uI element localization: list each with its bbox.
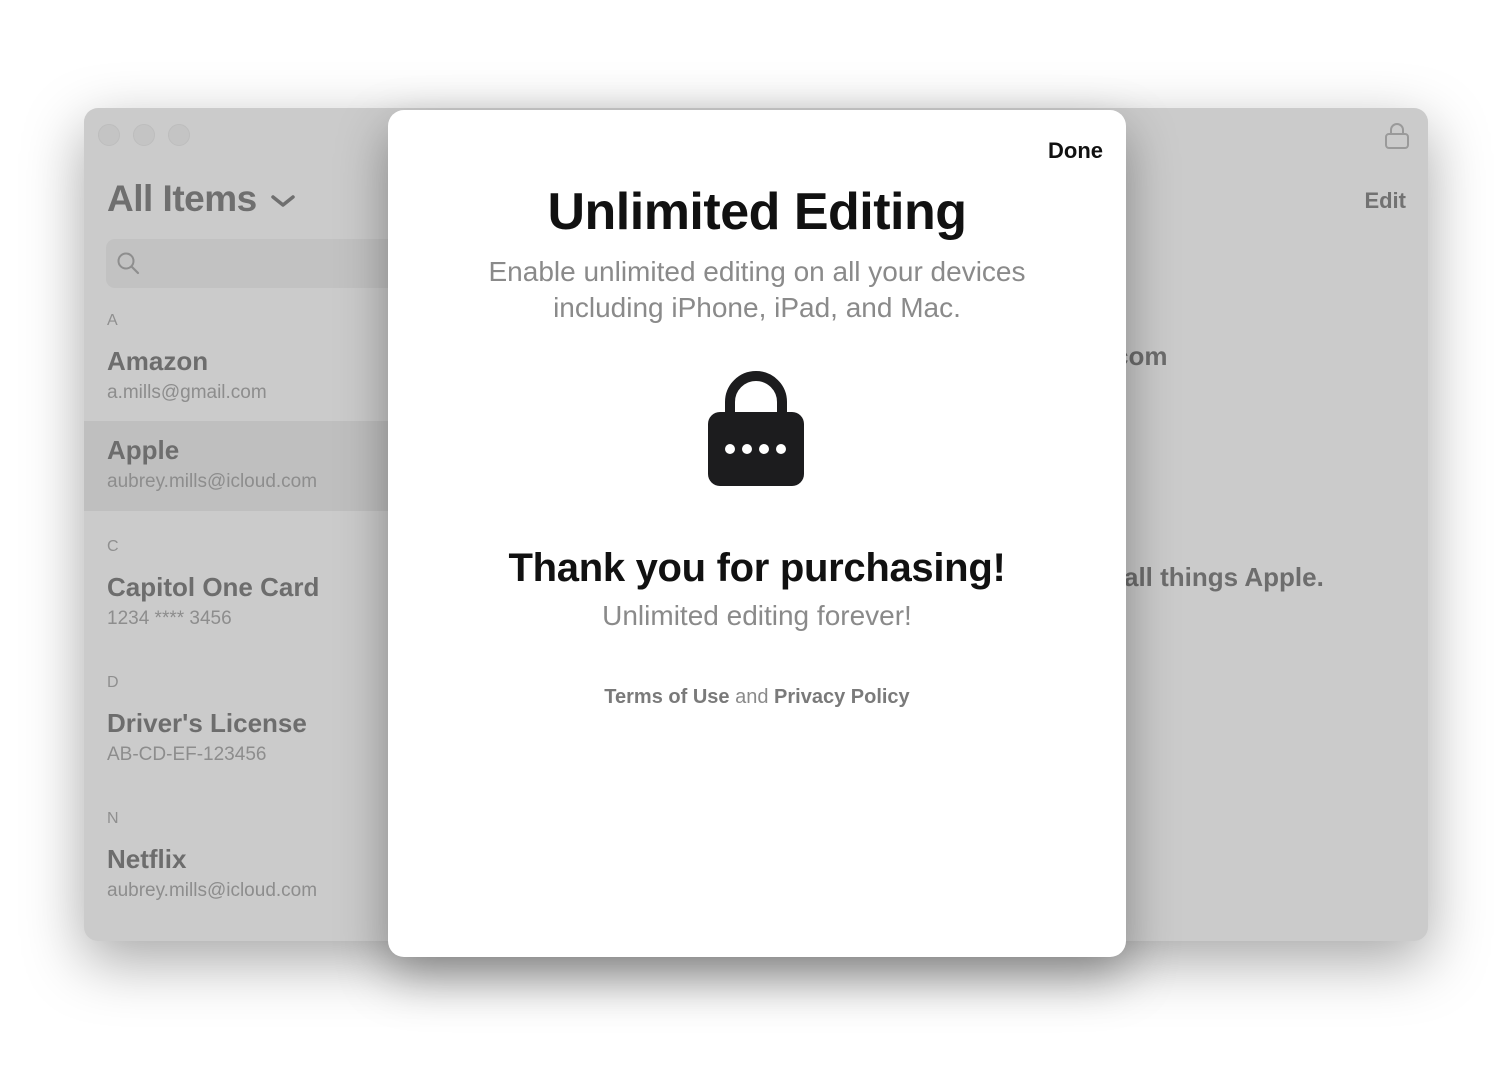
privacy-policy-link[interactable]: Privacy Policy bbox=[774, 686, 910, 708]
section-header: A bbox=[107, 312, 118, 329]
item-name: Apple bbox=[107, 435, 180, 465]
and-text: and bbox=[735, 686, 769, 708]
list-title[interactable]: All Items bbox=[107, 178, 257, 220]
item-subtitle: aubrey.mills@icloud.com bbox=[107, 880, 318, 901]
search-icon bbox=[117, 252, 140, 275]
item-name: Driver's License bbox=[107, 708, 307, 738]
zoom-window-button[interactable] bbox=[168, 124, 190, 146]
legal-links: Terms of Use and Privacy Policy bbox=[388, 686, 1126, 709]
item-name: Netflix bbox=[107, 844, 187, 874]
description-line-2: including iPhone, iPad, and Mac. bbox=[553, 292, 961, 323]
search-input[interactable] bbox=[106, 239, 406, 288]
minimize-window-button[interactable] bbox=[133, 124, 155, 146]
thanks-heading: Thank you for purchasing! bbox=[508, 546, 1006, 590]
item-name: Amazon bbox=[107, 346, 209, 376]
section-header: C bbox=[107, 538, 119, 555]
list-item[interactable]: Driver's License AB-CD-EF-123456 bbox=[84, 694, 394, 784]
list-item[interactable]: Netflix aubrey.mills@icloud.com bbox=[84, 830, 394, 920]
chevron-down-icon[interactable] bbox=[270, 194, 296, 208]
item-name: Capitol One Card bbox=[107, 572, 320, 602]
lock-icon bbox=[708, 371, 804, 486]
item-subtitle: a.mills@gmail.com bbox=[107, 382, 267, 403]
section-header: D bbox=[107, 674, 119, 691]
item-subtitle: 1234 **** 3456 bbox=[107, 608, 232, 629]
close-window-button[interactable] bbox=[98, 124, 120, 146]
item-subtitle: AB-CD-EF-123456 bbox=[107, 744, 267, 765]
list-item[interactable]: Amazon a.mills@gmail.com bbox=[84, 332, 394, 422]
section-header: N bbox=[107, 810, 119, 827]
dialog-description: Enable unlimited editing on all your dev… bbox=[388, 254, 1126, 326]
edit-button[interactable]: Edit bbox=[1364, 188, 1406, 214]
dialog-title: Unlimited Editing bbox=[547, 183, 967, 241]
item-subtitle: aubrey.mills@icloud.com bbox=[107, 471, 318, 492]
purchase-dialog: Done Unlimited Editing Enable unlimited … bbox=[388, 110, 1126, 957]
detail-text-fragment: all things Apple. bbox=[1124, 562, 1324, 592]
terms-of-use-link[interactable]: Terms of Use bbox=[604, 686, 729, 708]
lock-icon[interactable] bbox=[1384, 122, 1410, 150]
description-line-1: Enable unlimited editing on all your dev… bbox=[488, 256, 1026, 287]
list-item[interactable]: Capitol One Card 1234 **** 3456 bbox=[84, 558, 394, 648]
thanks-subtitle: Unlimited editing forever! bbox=[602, 600, 912, 631]
list-item-selected[interactable]: Apple aubrey.mills@icloud.com bbox=[84, 421, 394, 511]
done-button[interactable]: Done bbox=[1048, 138, 1103, 164]
